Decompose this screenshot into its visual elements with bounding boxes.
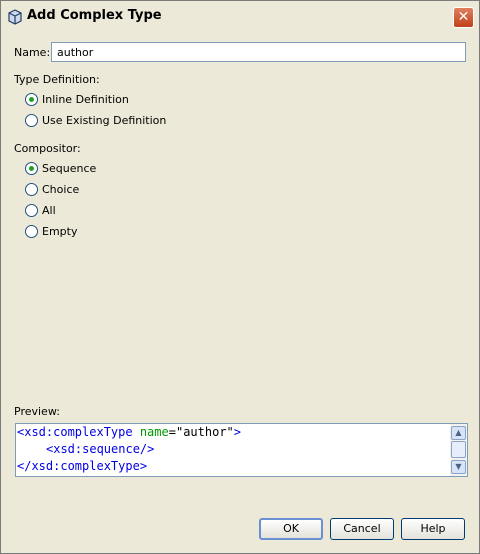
type-definition-label: Type Definition: <box>14 73 100 86</box>
title-bar[interactable]: Add Complex Type ✕ <box>1 1 479 33</box>
radio-label: Choice <box>42 183 80 196</box>
close-icon: ✕ <box>457 9 470 25</box>
add-complex-type-dialog: Add Complex Type ✕ Name: Type Definition… <box>0 0 480 554</box>
xml-value: "author" <box>175 425 234 439</box>
cancel-button[interactable]: Cancel <box>330 518 394 540</box>
scroll-down-button[interactable]: ▼ <box>451 460 466 474</box>
radio-label: Use Existing Definition <box>42 114 167 127</box>
xml-tag: <xsd:sequence/> <box>46 442 155 456</box>
all-radio[interactable]: All <box>25 204 56 217</box>
preview-scrollbar[interactable]: ▲ ▼ <box>450 424 467 476</box>
radio-selected-icon <box>25 93 38 106</box>
inline-definition-radio[interactable]: Inline Definition <box>25 93 129 106</box>
help-button[interactable]: Help <box>401 518 465 540</box>
sequence-radio[interactable]: Sequence <box>25 162 96 175</box>
name-field[interactable] <box>51 42 466 62</box>
scroll-up-button[interactable]: ▲ <box>451 426 466 440</box>
preview-line: <xsd:sequence/> <box>46 442 154 457</box>
arrow-down-icon: ▼ <box>455 462 462 471</box>
xml-tag: <xsd:complexType <box>17 425 133 439</box>
radio-label: All <box>42 204 56 217</box>
radio-label: Inline Definition <box>42 93 129 106</box>
close-button[interactable]: ✕ <box>453 7 474 28</box>
radio-unselected-icon <box>25 204 38 217</box>
use-existing-definition-radio[interactable]: Use Existing Definition <box>25 114 166 127</box>
xml-attribute: name <box>139 425 169 439</box>
radio-unselected-icon <box>25 114 38 127</box>
radio-unselected-icon <box>25 183 38 196</box>
preview-label: Preview: <box>14 405 60 418</box>
preview-pane[interactable]: <xsd:complexType name="author"> <xsd:seq… <box>15 423 468 477</box>
compositor-label: Compositor: <box>14 142 81 155</box>
preview-line: </xsd:complexType> <box>17 459 147 474</box>
ok-button[interactable]: OK <box>259 518 323 540</box>
choice-radio[interactable]: Choice <box>25 183 79 196</box>
name-label: Name: <box>14 46 51 59</box>
arrow-up-icon: ▲ <box>455 428 462 437</box>
radio-label: Empty <box>42 225 78 238</box>
preview-line: <xsd:complexType name="author"> <box>17 425 241 440</box>
xml-equals: = <box>168 425 176 439</box>
scroll-thumb[interactable] <box>451 441 466 458</box>
empty-radio[interactable]: Empty <box>25 225 77 238</box>
xml-tag: </xsd:complexType> <box>17 459 148 473</box>
dialog-title: Add Complex Type <box>27 8 162 23</box>
radio-label: Sequence <box>42 162 97 175</box>
xml-tag: > <box>233 425 241 439</box>
radio-selected-icon <box>25 162 38 175</box>
cube-icon <box>8 9 22 25</box>
radio-unselected-icon <box>25 225 38 238</box>
